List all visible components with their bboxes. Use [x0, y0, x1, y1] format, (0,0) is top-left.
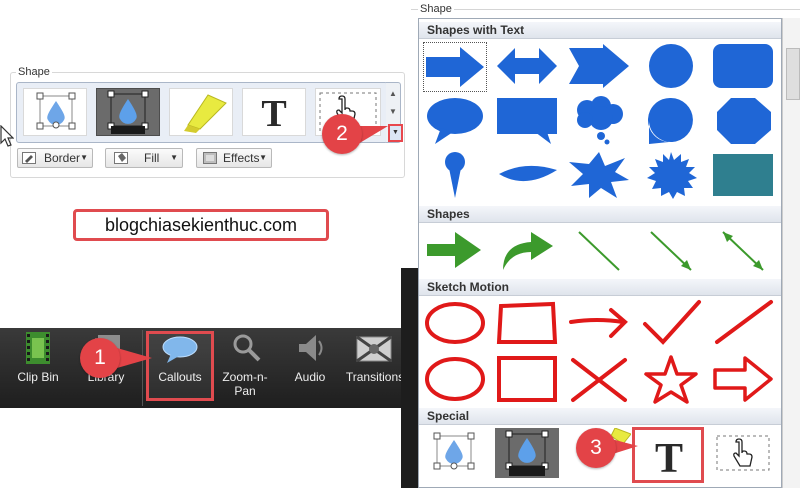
shape-speech-rectangle[interactable] — [495, 96, 559, 146]
fill-bucket-icon — [114, 152, 128, 164]
dropdown-group-title: Shape — [418, 3, 454, 15]
section-shapes: Shapes — [419, 206, 781, 223]
special-cursor[interactable] — [711, 428, 775, 478]
sketch-line[interactable] — [711, 298, 775, 348]
gallery-callout-thumb[interactable] — [23, 88, 87, 136]
sketch-oval[interactable] — [423, 298, 487, 348]
shape-speech-oval[interactable] — [423, 96, 487, 146]
toolbar-clip-bin[interactable]: Clip Bin — [10, 328, 66, 408]
sketch-x-mark[interactable] — [567, 354, 631, 404]
shape-green-line[interactable] — [567, 226, 631, 276]
film-icon — [24, 332, 52, 364]
section-special: Special — [419, 408, 781, 425]
special-callout[interactable] — [423, 428, 487, 478]
shape-octagon[interactable] — [711, 96, 775, 146]
shape-green-arrow[interactable] — [423, 226, 487, 276]
mouse-arrow-icon — [0, 125, 14, 147]
chevron-down-icon: ▼ — [170, 153, 178, 162]
special-text-highlight-box — [632, 427, 704, 483]
sketch-rectangle-2[interactable] — [495, 354, 559, 404]
gallery-more-button[interactable]: ▼ — [388, 124, 403, 142]
shape-arrow-double[interactable] — [495, 42, 559, 92]
toolbar-zoom-n-pan[interactable]: Zoom-n- Pan — [214, 328, 276, 408]
sketch-oval-2[interactable] — [423, 354, 487, 404]
website-label: blogchiasekienthuc.com — [73, 209, 329, 241]
effects-icon — [203, 152, 217, 164]
shape-arrow-notched[interactable] — [567, 42, 631, 92]
shape-green-double-arrow-line[interactable] — [711, 226, 775, 276]
toolbar-transitions[interactable]: Transitions — [340, 328, 410, 408]
shape-circle[interactable] — [639, 42, 703, 92]
chevron-down-icon: ▼ — [80, 153, 88, 162]
border-button[interactable]: Border ▼ — [17, 148, 93, 168]
shape-group-title: Shape — [16, 66, 52, 78]
shape-pin-drop[interactable] — [423, 150, 487, 200]
shape-starburst-circle[interactable] — [639, 150, 703, 200]
sketch-block-arrow[interactable] — [711, 354, 775, 404]
gallery-text-thumb[interactable]: T — [242, 88, 306, 136]
toolbar-audio[interactable]: Audio — [284, 328, 336, 408]
fill-button[interactable]: Fill ▼ — [105, 148, 183, 168]
effects-button[interactable]: Effects ▼ — [196, 148, 272, 168]
speaker-icon — [295, 332, 325, 364]
shape-teardrop-horizontal[interactable] — [495, 150, 559, 200]
shape-green-curved-arrow[interactable] — [495, 226, 559, 276]
scroll-up-icon[interactable]: ▲ — [386, 85, 400, 103]
magnifier-icon — [231, 332, 261, 362]
dropdown-scrollbar[interactable] — [782, 18, 800, 488]
svg-text:T: T — [261, 93, 286, 135]
step-badge-2: 2 — [322, 114, 362, 154]
gallery-callout-dark-thumb[interactable] — [96, 88, 160, 136]
sketch-star[interactable] — [639, 354, 703, 404]
section-shapes-with-text: Shapes with Text — [419, 22, 781, 39]
border-pen-icon — [22, 152, 36, 164]
step-badge-3: 3 — [576, 428, 616, 468]
sketch-rectangle[interactable] — [495, 298, 559, 348]
chevron-down-icon: ▼ — [259, 153, 267, 162]
shape-burst[interactable] — [567, 150, 631, 200]
shape-thought-cloud[interactable] — [567, 96, 631, 146]
special-callout-dark[interactable] — [495, 428, 559, 478]
shape-rounded-rectangle[interactable] — [711, 42, 775, 92]
shape-green-arrow-line[interactable] — [639, 226, 703, 276]
section-sketch-motion: Sketch Motion — [419, 279, 781, 296]
shape-teal-rectangle[interactable] — [711, 150, 775, 200]
sketch-checkmark[interactable] — [639, 298, 703, 348]
scrollbar-thumb[interactable] — [786, 48, 800, 100]
step-badge-1: 1 — [80, 338, 120, 378]
callouts-highlight-box — [146, 331, 214, 401]
shape-rounded-callout[interactable] — [639, 96, 703, 146]
gallery-highlight-thumb[interactable] — [169, 88, 233, 136]
shape-arrow-right[interactable] — [423, 42, 487, 92]
sketch-arrow[interactable] — [567, 298, 631, 348]
transitions-icon — [356, 336, 392, 362]
